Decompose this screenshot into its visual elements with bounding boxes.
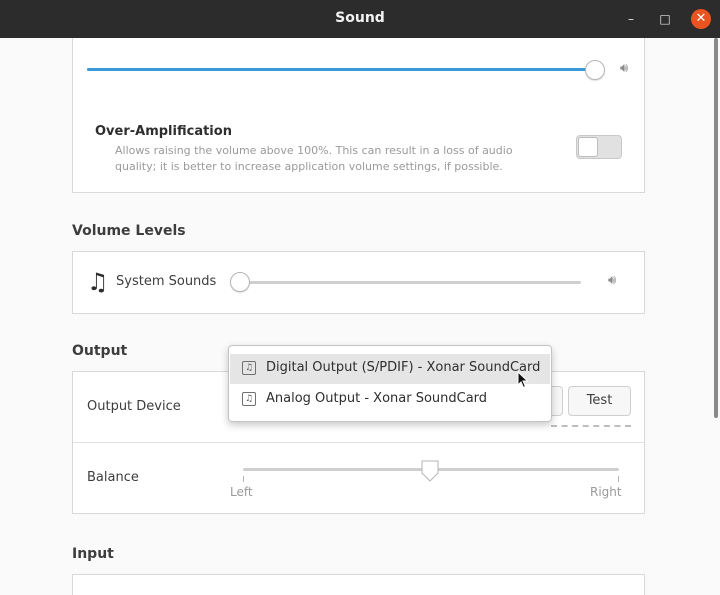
maximize-button[interactable]: □ [655,9,675,29]
input-frame [72,574,645,595]
over-amplification-title: Over-Amplification [95,124,232,139]
output-option-label: Analog Output - Xonar SoundCard [266,391,488,406]
volume-levels-heading: Volume Levels [72,223,186,239]
system-sounds-track[interactable] [241,281,581,284]
input-heading: Input [72,546,114,562]
speaker-icon: 🔊︎ [608,273,617,288]
volume-levels-frame: ♫ System Sounds 🔊︎ [72,251,645,314]
over-amplification-toggle[interactable] [576,135,622,159]
output-device-label: Output Device [87,399,181,414]
close-button[interactable]: ✕ [691,9,711,29]
output-device-popup: ♫ Digital Output (S/PDIF) - Xonar SoundC… [228,345,552,422]
combo-divider [551,425,631,427]
toggle-knob [578,137,598,157]
minimize-button[interactable]: – [621,9,641,29]
balance-handle[interactable] [421,460,439,482]
mouse-pointer-icon [517,371,529,389]
window-title: Sound [335,10,385,26]
system-sounds-label: System Sounds [116,274,217,289]
test-button[interactable]: Test [568,386,631,416]
balance-left-label: Left [230,485,253,499]
row-divider [73,442,644,443]
settings-content[interactable]: 🔊︎ Over-Amplification Allows raising the… [0,38,720,595]
speaker-high-icon: 🔊︎ [620,61,629,76]
output-volume-frame: 🔊︎ Over-Amplification Allows raising the… [72,38,645,193]
output-volume-fill [87,68,597,71]
balance-right-label: Right [590,485,622,499]
output-heading: Output [72,343,128,359]
audio-device-icon: ♫ [242,361,256,375]
system-sounds-handle[interactable] [230,272,250,292]
output-volume-handle[interactable] [585,60,605,80]
balance-label: Balance [87,470,139,485]
over-amplification-description: Allows raising the volume above 100%. Th… [115,144,513,173]
audio-device-icon: ♫ [242,392,256,406]
scrollbar[interactable] [714,38,718,418]
title-bar: Sound – □ ✕ [0,0,720,38]
balance-tick-left [243,476,244,482]
output-option-analog[interactable]: ♫ Analog Output - Xonar SoundCard [230,385,550,415]
output-option-label: Digital Output (S/PDIF) - Xonar SoundCar… [266,360,541,375]
balance-tick-right [618,476,619,482]
music-note-icon: ♫ [87,268,109,296]
output-option-digital[interactable]: ♫ Digital Output (S/PDIF) - Xonar SoundC… [230,354,550,384]
